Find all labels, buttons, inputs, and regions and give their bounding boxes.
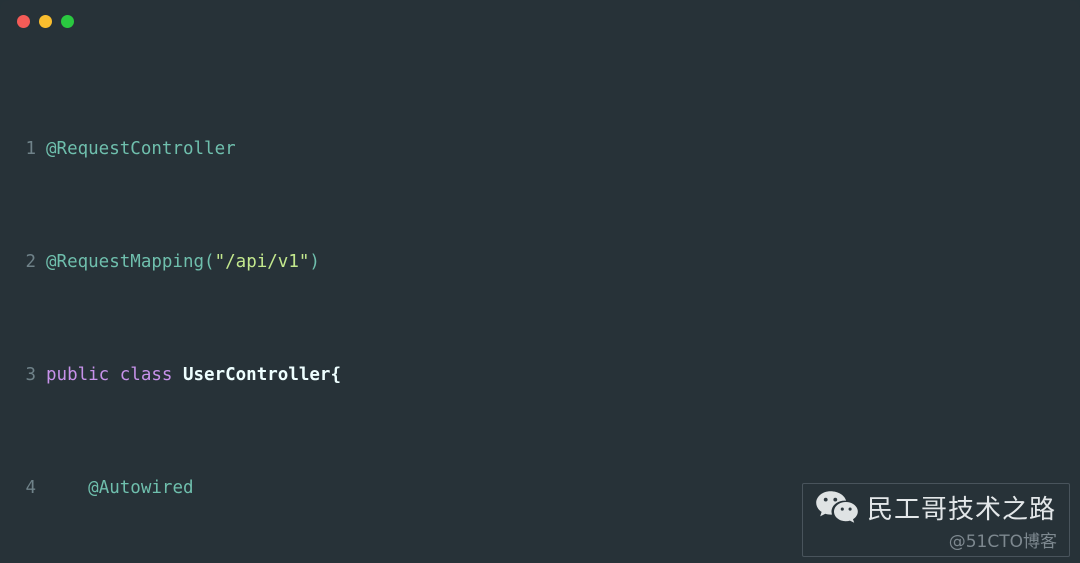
close-button[interactable] [17,14,30,28]
line-number: 4 [25,478,36,499]
line-source[interactable]: @RequestMapping("/api/v1") [46,248,1080,276]
line-source[interactable]: @RequestController [46,135,1080,163]
code-line: 2 @RequestMapping("/api/v1") [0,248,1080,276]
watermark-subtitle: @51CTO博客 [948,531,1057,552]
maximize-button[interactable] [61,14,74,28]
code-line: 3 public class UserController{ [0,361,1080,389]
wechat-icon [816,491,858,523]
code-editor-window: 1 @RequestController 2 @RequestMapping("… [0,0,1080,563]
watermark-title: 民工哥技术之路 [867,494,1057,525]
line-number: 2 [25,252,36,273]
watermark-main-row: 民工哥技术之路 [815,489,1059,526]
line-source[interactable]: public class UserController{ [46,361,1080,389]
watermark-badge: 民工哥技术之路 @51CTO博客 [802,483,1070,557]
code-line: 1 @RequestController [0,135,1080,163]
line-number: 3 [25,365,36,386]
line-number: 1 [25,138,36,159]
minimize-button[interactable] [39,14,52,28]
window-titlebar[interactable] [0,0,1080,42]
